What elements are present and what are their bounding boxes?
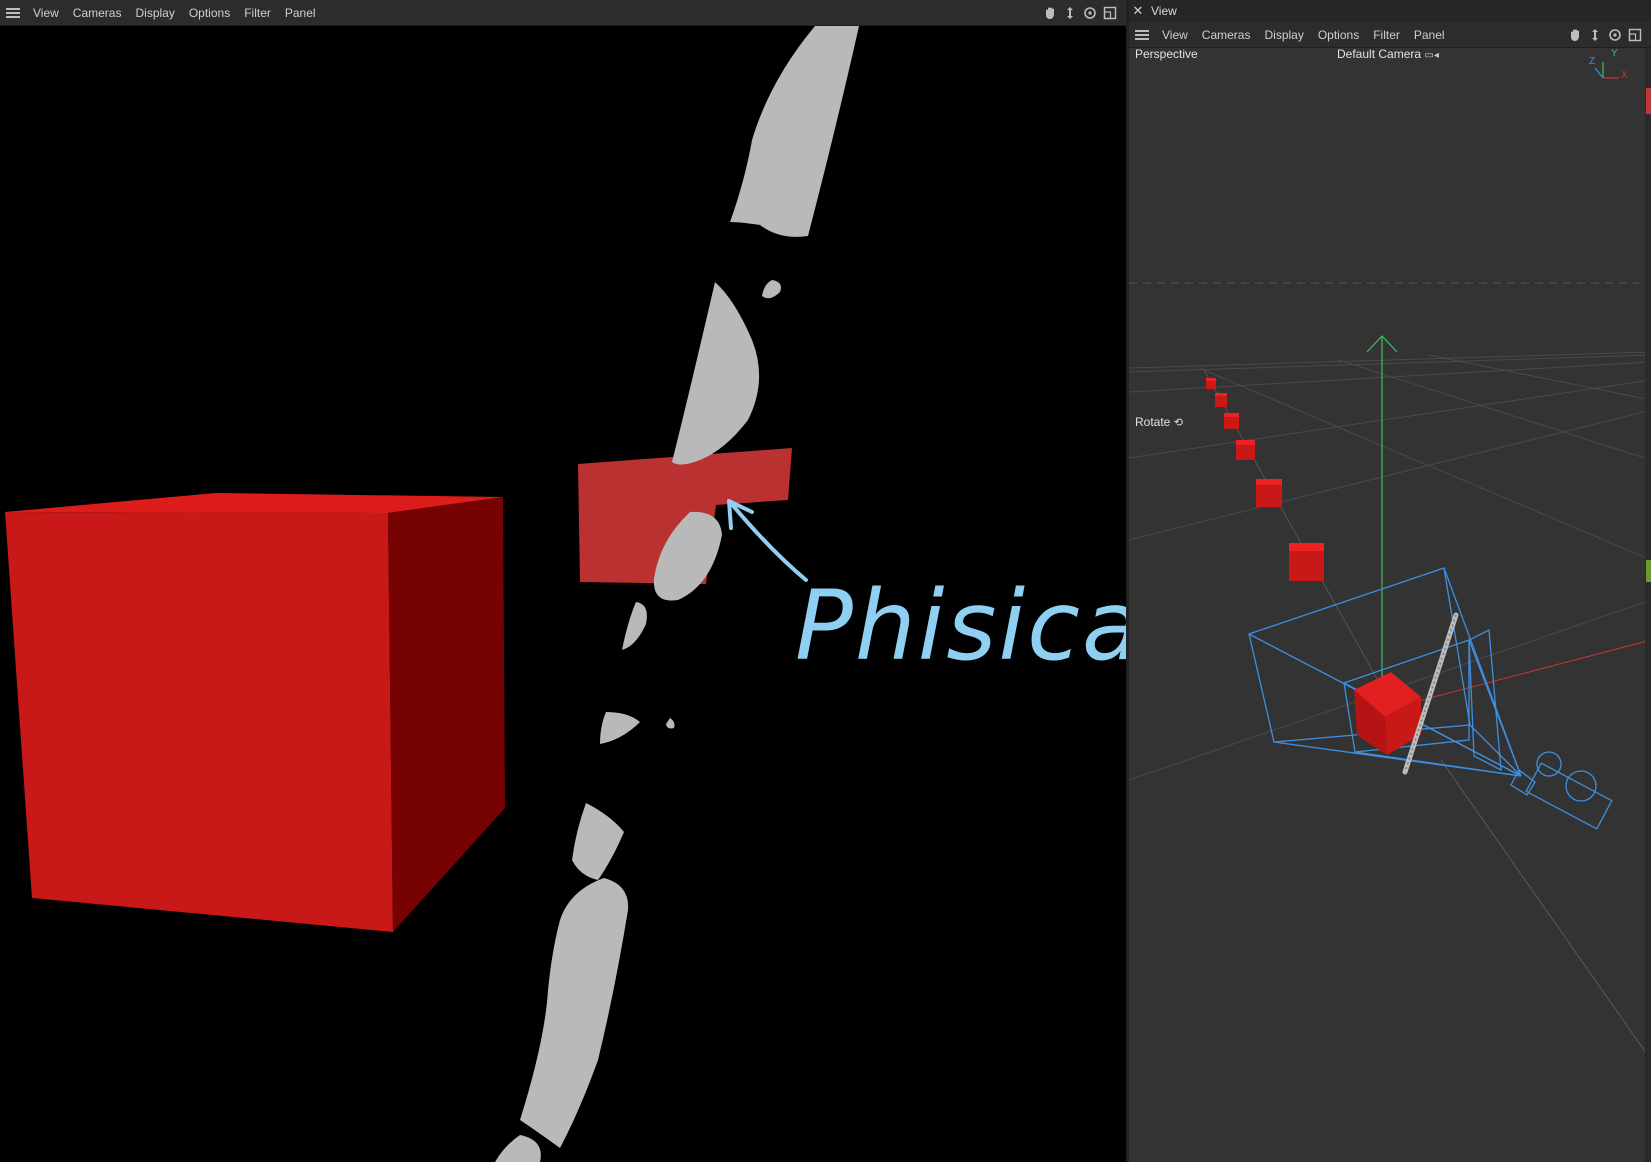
menu-view[interactable]: View <box>1155 28 1195 42</box>
small-cube <box>1224 413 1239 429</box>
annotation-text: Phisical <box>795 570 1126 682</box>
small-cube <box>1289 543 1324 581</box>
menu-panel[interactable]: Panel <box>278 6 323 20</box>
left-menu-bar: View Cameras Display Options Filter Pane… <box>0 0 1126 26</box>
projection-label[interactable]: Perspective <box>1135 47 1198 61</box>
scene-red-cube <box>1354 672 1421 755</box>
axis-label-x: X <box>1621 70 1628 81</box>
menu-cameras[interactable]: Cameras <box>1195 28 1258 42</box>
hamburger-icon[interactable] <box>1135 29 1149 40</box>
rotate-icon[interactable] <box>1607 27 1623 43</box>
move-icon[interactable] <box>1587 27 1603 43</box>
axis-gizmo <box>1594 62 1619 79</box>
close-icon[interactable]: ✕ <box>1129 3 1147 19</box>
cylinder-segment <box>762 280 781 299</box>
menu-display[interactable]: Display <box>1257 28 1310 42</box>
right-title-bar: ✕ View <box>1129 0 1651 22</box>
hamburger-icon[interactable] <box>6 7 20 18</box>
camera-name: Default Camera <box>1337 47 1422 61</box>
maximize-icon[interactable] <box>1102 5 1118 21</box>
camera-icon: ▭◂ <box>1424 50 1439 61</box>
red-cube-front <box>5 512 393 932</box>
red-cube-side <box>388 497 505 932</box>
menu-filter[interactable]: Filter <box>237 6 278 20</box>
cylinder-segment <box>622 602 647 650</box>
cube-array <box>1206 378 1324 581</box>
menu-view[interactable]: View <box>26 6 66 20</box>
perspective-viewport[interactable] <box>1129 0 1651 1162</box>
right-viewport-panel: Y X Z ✕ View View Cameras Display Option… <box>1129 0 1651 1162</box>
cylinder-segment <box>495 1135 541 1162</box>
cylinder-segment <box>572 803 624 880</box>
rotate-mode-label: Rotate ⟲ <box>1135 415 1183 429</box>
cylinder-segment <box>600 712 640 744</box>
move-icon[interactable] <box>1062 5 1078 21</box>
cylinder-segment <box>672 282 760 465</box>
menu-panel[interactable]: Panel <box>1407 28 1452 42</box>
camera-icon[interactable] <box>1510 751 1613 830</box>
rotate-text: Rotate <box>1135 415 1171 429</box>
hand-pan-icon[interactable] <box>1042 5 1058 21</box>
cylinder-segment <box>730 26 859 237</box>
small-cube <box>1215 393 1227 407</box>
cylinder-segment <box>666 718 675 729</box>
right-menu-bar: View Cameras Display Options Filter Pane… <box>1129 22 1651 48</box>
menu-filter[interactable]: Filter <box>1366 28 1407 42</box>
panel-title: View <box>1151 4 1177 18</box>
left-viewport-panel: Phisical View Cameras Display Options Fi… <box>0 0 1126 1162</box>
cylinder-segment <box>520 878 629 1148</box>
camera-label[interactable]: Default Camera ▭◂ <box>1337 47 1439 61</box>
small-cube <box>1206 378 1216 389</box>
menu-cameras[interactable]: Cameras <box>66 6 129 20</box>
right-edge-marker <box>1646 560 1651 582</box>
rotate-icon[interactable] <box>1082 5 1098 21</box>
hand-pan-icon[interactable] <box>1567 27 1583 43</box>
axis-label-y: Y <box>1611 48 1618 59</box>
x-axis-line <box>1383 639 1651 711</box>
small-cube <box>1256 479 1282 507</box>
rotate-icon: ⟲ <box>1173 417 1183 429</box>
axis-label-z: Z <box>1589 56 1596 67</box>
menu-options[interactable]: Options <box>182 6 237 20</box>
right-edge-marker <box>1646 88 1651 114</box>
small-cube <box>1236 440 1255 460</box>
menu-display[interactable]: Display <box>128 6 181 20</box>
guide-line <box>1440 759 1651 1061</box>
menu-options[interactable]: Options <box>1311 28 1366 42</box>
maximize-icon[interactable] <box>1627 27 1643 43</box>
annotation-arrow <box>727 499 808 582</box>
